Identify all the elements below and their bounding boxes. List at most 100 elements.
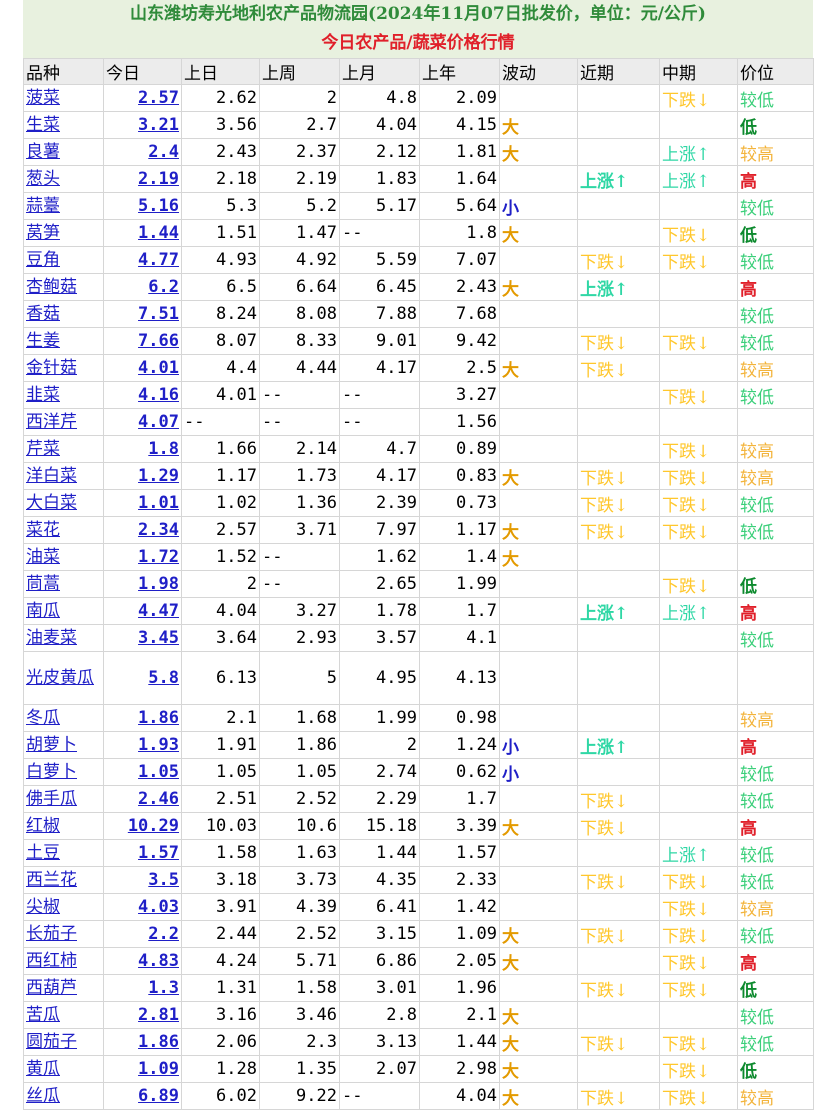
cell-variety[interactable]: 茼蒿 — [23, 570, 104, 598]
cell-today[interactable]: 3.45 — [103, 624, 182, 652]
cell-today[interactable]: 4.07 — [103, 408, 182, 436]
cell-today[interactable]: 1.09 — [103, 1055, 182, 1083]
cell-variety[interactable]: 良薯 — [23, 138, 104, 166]
cell-today[interactable]: 2.81 — [103, 1001, 182, 1029]
cell-variety[interactable]: 莴笋 — [23, 219, 104, 247]
cell-today[interactable]: 1.72 — [103, 543, 182, 571]
cell-variety[interactable]: 油菜 — [23, 543, 104, 571]
cell-short-term: 下跌↓ — [577, 812, 660, 840]
cell-today[interactable]: 10.29 — [103, 812, 182, 840]
cell-today[interactable]: 3.21 — [103, 111, 182, 139]
cell-variety[interactable]: 尖椒 — [23, 893, 104, 921]
cell-prev-week: -- — [259, 543, 340, 571]
cell-today[interactable]: 5.8 — [103, 651, 182, 705]
cell-today[interactable]: 1.05 — [103, 758, 182, 786]
cell-today[interactable]: 4.03 — [103, 893, 182, 921]
cell-today[interactable]: 4.01 — [103, 354, 182, 382]
cell-prev-week: 2.52 — [259, 785, 340, 813]
cell-variety[interactable]: 圆茄子 — [23, 1028, 104, 1056]
cell-variety[interactable]: 金针菇 — [23, 354, 104, 382]
cell-today[interactable]: 7.51 — [103, 300, 182, 328]
cell-variety[interactable]: 菠菜 — [23, 84, 104, 112]
cell-variety[interactable]: 生菜 — [23, 111, 104, 139]
cell-today[interactable]: 4.83 — [103, 947, 182, 975]
cell-variety[interactable]: 香菇 — [23, 300, 104, 328]
cell-today[interactable]: 6.89 — [103, 1082, 182, 1110]
cell-variety[interactable]: 长茄子 — [23, 920, 104, 948]
cell-today[interactable]: 1.8 — [103, 435, 182, 463]
cell-today[interactable]: 4.77 — [103, 246, 182, 274]
cell-variety[interactable]: 冬瓜 — [23, 704, 104, 732]
cell-today[interactable]: 7.66 — [103, 327, 182, 355]
cell-today[interactable]: 1.29 — [103, 462, 182, 490]
cell-prev-month: 1.78 — [339, 597, 420, 625]
cell-today[interactable]: 2.19 — [103, 165, 182, 193]
cell-today[interactable]: 6.2 — [103, 273, 182, 301]
col-header-mid-term[interactable]: 中期 — [659, 58, 738, 85]
col-header-prev-week[interactable]: 上周 — [259, 58, 340, 85]
cell-today[interactable]: 4.16 — [103, 381, 182, 409]
cell-variety[interactable]: 土豆 — [23, 839, 104, 867]
cell-variety[interactable]: 菜花 — [23, 516, 104, 544]
cell-today[interactable]: 2.57 — [103, 84, 182, 112]
cell-variety[interactable]: 洋白菜 — [23, 462, 104, 490]
cell-variety[interactable]: 佛手瓜 — [23, 785, 104, 813]
cell-variety[interactable]: 油麦菜 — [23, 624, 104, 652]
cell-today[interactable]: 1.01 — [103, 489, 182, 517]
cell-today[interactable]: 1.3 — [103, 974, 182, 1002]
cell-variety[interactable]: 杏鲍菇 — [23, 273, 104, 301]
col-header-variety[interactable]: 品种 — [23, 58, 104, 85]
table-row: 胡萝卜 1.93 1.91 1.86 2 1.24 小上涨↑ 高 — [23, 731, 814, 759]
cell-today[interactable]: 1.98 — [103, 570, 182, 598]
cell-variety[interactable]: 生姜 — [23, 327, 104, 355]
cell-volatility — [499, 866, 578, 894]
cell-today[interactable]: 4.47 — [103, 597, 182, 625]
cell-prev-week: -- — [259, 570, 340, 598]
cell-variety[interactable]: 韭菜 — [23, 381, 104, 409]
cell-today[interactable]: 2.34 — [103, 516, 182, 544]
cell-volatility: 大 — [499, 1028, 578, 1056]
cell-today[interactable]: 2.2 — [103, 920, 182, 948]
col-header-prev-day[interactable]: 上日 — [181, 58, 260, 85]
col-header-today[interactable]: 今日 — [103, 58, 182, 85]
cell-variety[interactable]: 黄瓜 — [23, 1055, 104, 1083]
cell-price-level: 较低 — [737, 920, 814, 948]
cell-variety[interactable]: 西葫芦 — [23, 974, 104, 1002]
col-header-volatility[interactable]: 波动 — [499, 58, 578, 85]
cell-mid-term: 上涨↑ — [659, 839, 738, 867]
cell-prev-year: 5.64 — [419, 192, 500, 220]
cell-prev-year: 2.05 — [419, 947, 500, 975]
cell-today[interactable]: 2.4 — [103, 138, 182, 166]
col-header-prev-month[interactable]: 上月 — [339, 58, 420, 85]
cell-variety[interactable]: 西洋芹 — [23, 408, 104, 436]
cell-price-level — [737, 408, 814, 436]
cell-today[interactable]: 2.46 — [103, 785, 182, 813]
cell-variety[interactable]: 西兰花 — [23, 866, 104, 894]
cell-prev-week: 8.33 — [259, 327, 340, 355]
cell-variety[interactable]: 西红柿 — [23, 947, 104, 975]
cell-today[interactable]: 3.5 — [103, 866, 182, 894]
cell-variety[interactable]: 丝瓜 — [23, 1082, 104, 1110]
cell-variety[interactable]: 白萝卜 — [23, 758, 104, 786]
cell-prev-year: 1.96 — [419, 974, 500, 1002]
cell-variety[interactable]: 豆角 — [23, 246, 104, 274]
cell-variety[interactable]: 红椒 — [23, 812, 104, 840]
cell-variety[interactable]: 芹菜 — [23, 435, 104, 463]
cell-today[interactable]: 1.44 — [103, 219, 182, 247]
cell-variety[interactable]: 葱头 — [23, 165, 104, 193]
cell-today[interactable]: 1.57 — [103, 839, 182, 867]
cell-today[interactable]: 1.93 — [103, 731, 182, 759]
cell-variety[interactable]: 蒜薹 — [23, 192, 104, 220]
cell-today[interactable]: 5.16 — [103, 192, 182, 220]
col-header-short-term[interactable]: 近期 — [577, 58, 660, 85]
cell-today[interactable]: 1.86 — [103, 1028, 182, 1056]
table-row: 韭菜 4.16 4.01 -- -- 3.27 下跌↓ 较低 — [23, 381, 814, 409]
cell-variety[interactable]: 苦瓜 — [23, 1001, 104, 1029]
cell-variety[interactable]: 南瓜 — [23, 597, 104, 625]
cell-today[interactable]: 1.86 — [103, 704, 182, 732]
cell-variety[interactable]: 光皮黄瓜 — [23, 651, 104, 705]
col-header-price-level[interactable]: 价位 — [737, 58, 814, 85]
col-header-prev-year[interactable]: 上年 — [419, 58, 500, 85]
cell-variety[interactable]: 胡萝卜 — [23, 731, 104, 759]
cell-variety[interactable]: 大白菜 — [23, 489, 104, 517]
